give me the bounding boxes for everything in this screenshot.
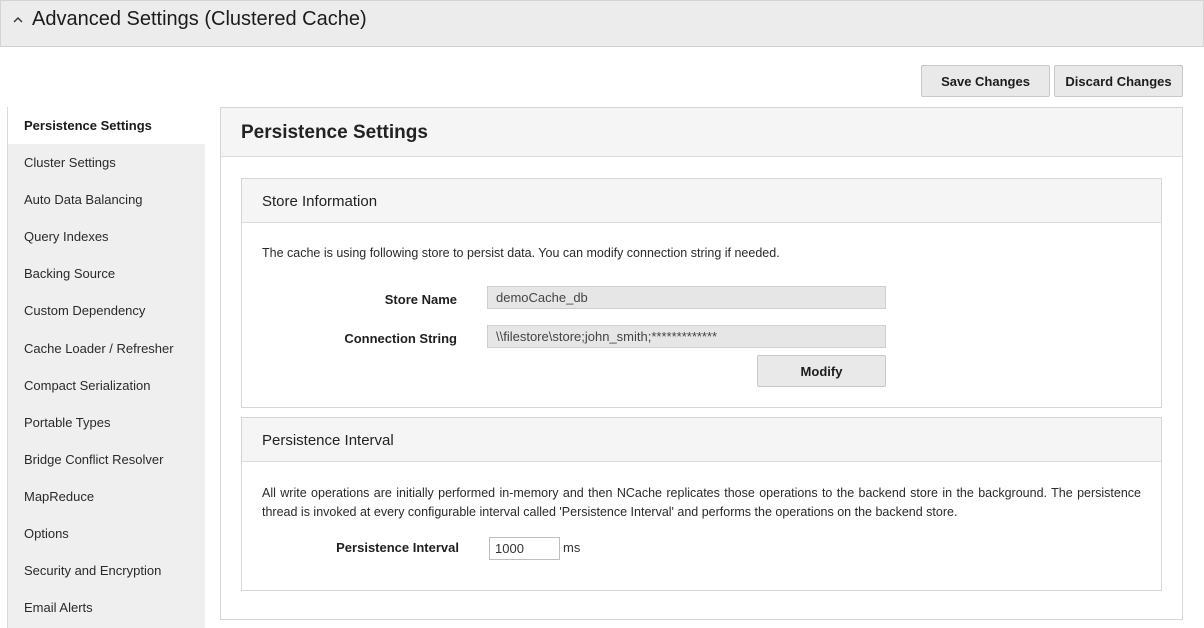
connection-string-label: Connection String bbox=[344, 331, 457, 346]
store-name-field: demoCache_db bbox=[487, 286, 886, 309]
save-changes-button[interactable]: Save Changes bbox=[921, 65, 1050, 97]
sidebar-item-options[interactable]: Options bbox=[8, 515, 205, 552]
persistence-interval-label: Persistence Interval bbox=[336, 540, 459, 555]
sidebar-item-cluster-settings[interactable]: Cluster Settings bbox=[8, 144, 205, 181]
sidebar-item-portable-types[interactable]: Portable Types bbox=[8, 404, 205, 441]
sidebar-item-cache-loader-refresher[interactable]: Cache Loader / Refresher bbox=[8, 330, 205, 367]
persistence-interval-input[interactable] bbox=[489, 537, 560, 560]
chevron-up-icon[interactable] bbox=[11, 13, 25, 27]
modify-button[interactable]: Modify bbox=[757, 355, 886, 387]
store-description: The cache is using following store to pe… bbox=[262, 246, 780, 260]
sidebar-item-query-indexes[interactable]: Query Indexes bbox=[8, 218, 205, 255]
persistence-interval-section: Persistence Interval All write operation… bbox=[241, 417, 1162, 591]
panel-header: Persistence Settings bbox=[221, 108, 1182, 157]
sidebar-item-compact-serialization[interactable]: Compact Serialization bbox=[8, 367, 205, 404]
connection-string-field: \\filestore\store;john_smith;***********… bbox=[487, 325, 886, 348]
store-name-label: Store Name bbox=[384, 292, 457, 307]
sidebar-item-mapreduce[interactable]: MapReduce bbox=[8, 478, 205, 515]
store-information-section: Store Information The cache is using fol… bbox=[241, 178, 1162, 408]
sidebar-item-email-alerts[interactable]: Email Alerts bbox=[8, 589, 205, 626]
page-header: Advanced Settings (Clustered Cache) bbox=[0, 0, 1204, 47]
settings-sidebar: Persistence Settings Cluster Settings Au… bbox=[7, 107, 205, 628]
section-header: Store Information bbox=[242, 179, 1161, 223]
page-title: Advanced Settings (Clustered Cache) bbox=[32, 8, 367, 30]
section-title: Persistence Interval bbox=[262, 432, 394, 449]
sidebar-item-bridge-conflict-resolver[interactable]: Bridge Conflict Resolver bbox=[8, 441, 205, 478]
sidebar-item-persistence-settings[interactable]: Persistence Settings bbox=[8, 107, 205, 144]
section-header: Persistence Interval bbox=[242, 418, 1161, 462]
sidebar-item-auto-data-balancing[interactable]: Auto Data Balancing bbox=[8, 181, 205, 218]
sidebar-item-backing-source[interactable]: Backing Source bbox=[8, 255, 205, 292]
interval-unit: ms bbox=[563, 540, 581, 555]
sidebar-item-security-and-encryption[interactable]: Security and Encryption bbox=[8, 552, 205, 589]
section-title: Store Information bbox=[262, 193, 378, 210]
discard-changes-button[interactable]: Discard Changes bbox=[1054, 65, 1183, 97]
persistence-settings-panel: Persistence Settings Store Information T… bbox=[220, 107, 1183, 620]
panel-title: Persistence Settings bbox=[241, 122, 428, 143]
sidebar-item-custom-dependency[interactable]: Custom Dependency bbox=[8, 292, 205, 329]
interval-description: All write operations are initially perfo… bbox=[262, 486, 1141, 519]
